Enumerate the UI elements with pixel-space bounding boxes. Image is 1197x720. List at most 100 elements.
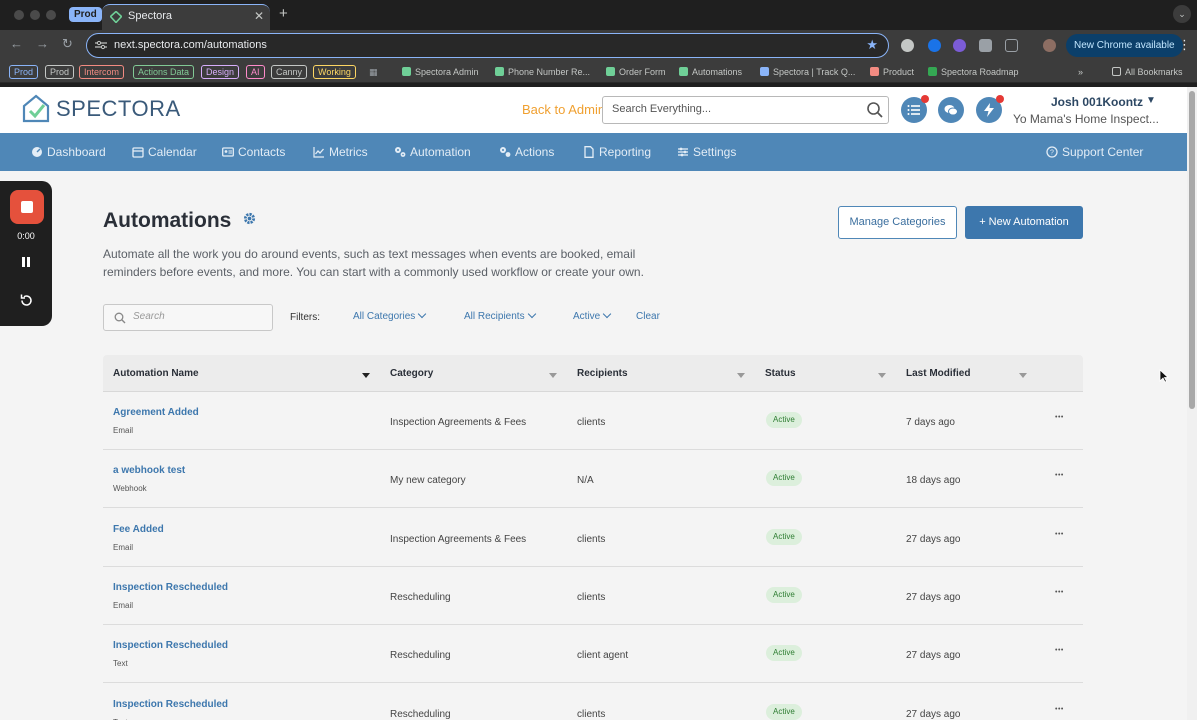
recipients-filter-dropdown[interactable]: All Recipients xyxy=(464,309,536,322)
column-header-last-modified[interactable]: Last Modified xyxy=(906,368,970,379)
browser-tab[interactable]: Spectora ✕ xyxy=(102,4,270,30)
bookmark-group-chip[interactable]: AI xyxy=(246,65,265,79)
nav-support[interactable]: ? Support Center xyxy=(1046,145,1143,159)
tab-group-chip[interactable]: Prod xyxy=(69,7,102,22)
bookmarks-overflow-icon[interactable]: » xyxy=(1078,67,1083,77)
column-header-category[interactable]: Category xyxy=(390,368,433,379)
search-icon[interactable] xyxy=(866,101,884,119)
user-name[interactable]: Josh 001Koontz xyxy=(1051,95,1143,109)
pause-icon[interactable] xyxy=(21,256,31,268)
column-header-recipients[interactable]: Recipients xyxy=(577,368,628,379)
site-settings-icon[interactable] xyxy=(95,40,107,50)
stop-recording-button[interactable] xyxy=(10,190,44,224)
nav-contacts[interactable]: Contacts xyxy=(222,145,285,159)
column-header-name[interactable]: Automation Name xyxy=(113,368,199,379)
new-chrome-available-button[interactable]: New Chrome available xyxy=(1066,34,1183,57)
tab-search-icon[interactable]: ⌄ xyxy=(1173,5,1191,23)
bookmark-group-chip[interactable]: Intercom xyxy=(79,65,125,79)
bookmark-group-chip[interactable]: Working xyxy=(313,65,356,79)
bookmark-link[interactable]: Automations xyxy=(679,67,742,77)
nav-metrics[interactable]: Metrics xyxy=(313,145,368,159)
new-automation-button[interactable]: + New Automation xyxy=(965,206,1083,239)
more-options-icon[interactable]: ••• xyxy=(1055,589,1064,596)
bookmark-group-chip[interactable]: Prod xyxy=(9,65,39,79)
reload-icon[interactable]: ↻ xyxy=(62,36,73,52)
window-close-button[interactable] xyxy=(14,10,24,20)
forward-icon[interactable]: → xyxy=(36,36,49,51)
nav-actions[interactable]: Actions xyxy=(499,145,554,159)
bookmark-link[interactable]: Product xyxy=(870,67,914,77)
new-tab-button[interactable]: + xyxy=(279,5,288,22)
bookmark-group-chip[interactable]: Canny xyxy=(271,65,308,79)
more-options-icon[interactable]: ••• xyxy=(1055,706,1064,713)
restart-icon[interactable] xyxy=(19,293,34,308)
more-options-icon[interactable]: ••• xyxy=(1055,647,1064,654)
table-row[interactable]: Inspection Rescheduled Email Rescheduling c… xyxy=(103,567,1083,625)
automation-name-link[interactable]: Inspection Rescheduled xyxy=(113,640,228,651)
apps-grid-icon[interactable]: ▦ xyxy=(369,67,378,78)
window-minimize-button[interactable] xyxy=(30,10,40,20)
quick-actions-button[interactable] xyxy=(976,95,1004,123)
extension-icon[interactable] xyxy=(928,39,941,52)
extension-icon[interactable] xyxy=(953,39,966,52)
spectora-logo-icon[interactable] xyxy=(22,94,50,124)
sort-caret-icon[interactable] xyxy=(737,373,745,378)
logo-text[interactable]: SPECTORA xyxy=(56,96,181,122)
camera-extension-icon[interactable] xyxy=(979,39,992,52)
table-row[interactable]: Inspection RescheduledTextReschedulingcl… xyxy=(103,684,1083,720)
nav-dashboard[interactable]: Dashboard xyxy=(31,145,106,159)
sort-caret-icon[interactable] xyxy=(549,373,557,378)
category-filter-dropdown[interactable]: All Categories xyxy=(353,309,427,322)
status-filter-dropdown[interactable]: Active xyxy=(573,309,612,322)
automation-search-input[interactable] xyxy=(133,311,263,322)
back-icon[interactable]: ← xyxy=(10,36,23,51)
scrollbar-thumb[interactable] xyxy=(1189,91,1195,409)
automation-name-link[interactable]: Agreement Added xyxy=(113,407,199,418)
table-row[interactable]: Inspection RescheduledTextReschedulingcl… xyxy=(103,625,1083,684)
page-scrollbar[interactable] xyxy=(1187,87,1197,720)
table-row[interactable]: a webhook test Webhook My new category N/A A… xyxy=(103,450,1083,509)
sort-caret-icon[interactable] xyxy=(362,373,370,378)
profile-avatar-icon[interactable] xyxy=(1043,39,1056,52)
nav-automation[interactable]: Automation xyxy=(394,145,471,159)
clear-filters-link[interactable]: Clear xyxy=(636,311,660,322)
global-search[interactable] xyxy=(602,96,889,124)
bookmark-group-chip[interactable]: Design xyxy=(201,65,240,79)
more-options-icon[interactable]: ••• xyxy=(1055,414,1064,421)
sort-caret-icon[interactable] xyxy=(1019,373,1027,378)
user-menu-caret-icon[interactable]: ▼ xyxy=(1146,95,1156,106)
nav-reporting[interactable]: Reporting xyxy=(583,145,651,159)
automation-name-link[interactable]: Inspection Rescheduled xyxy=(113,582,228,593)
nav-calendar[interactable]: Calendar xyxy=(132,145,197,159)
window-zoom-button[interactable] xyxy=(46,10,56,20)
global-search-input[interactable] xyxy=(612,103,852,115)
all-bookmarks[interactable]: All Bookmarks xyxy=(1112,67,1183,77)
automation-name-link[interactable]: a webhook test xyxy=(113,465,185,476)
tasks-button[interactable] xyxy=(901,95,929,123)
gear-icon[interactable] xyxy=(243,212,256,225)
bookmark-link[interactable]: Spectora Admin xyxy=(402,67,479,77)
messages-button[interactable] xyxy=(938,97,964,123)
tab-close-icon[interactable]: ✕ xyxy=(254,9,264,23)
bookmark-group-chip[interactable]: Prod xyxy=(45,65,75,79)
column-header-status[interactable]: Status xyxy=(765,368,796,379)
address-bar[interactable]: next.spectora.com/automations ★ xyxy=(86,33,889,58)
automation-name-link[interactable]: Inspection Rescheduled xyxy=(113,699,228,710)
more-options-icon[interactable]: ••• xyxy=(1055,472,1064,479)
bookmark-group-chip[interactable]: Actions Data xyxy=(133,65,195,79)
extensions-puzzle-icon[interactable] xyxy=(1005,39,1018,52)
back-to-admin-link[interactable]: Back to Admin xyxy=(522,102,605,117)
company-name[interactable]: Yo Mama's Home Inspect... xyxy=(1013,112,1159,126)
automation-name-link[interactable]: Fee Added xyxy=(113,524,164,535)
bookmark-link[interactable]: Spectora | Track Q... xyxy=(760,67,855,77)
bookmark-link[interactable]: Order Form xyxy=(606,67,666,77)
bookmark-link[interactable]: Phone Number Re... xyxy=(495,67,590,77)
bookmark-link[interactable]: Spectora Roadmap xyxy=(928,67,1019,77)
table-row[interactable]: Fee Added Email Inspection Agreements & Fe… xyxy=(103,509,1083,567)
chrome-menu-icon[interactable]: ⋮ xyxy=(1178,37,1191,53)
manage-categories-button[interactable]: Manage Categories xyxy=(838,206,957,239)
automation-search[interactable] xyxy=(103,304,273,331)
extension-icon[interactable] xyxy=(901,39,914,52)
nav-settings[interactable]: Settings xyxy=(677,145,736,159)
more-options-icon[interactable]: ••• xyxy=(1055,531,1064,538)
